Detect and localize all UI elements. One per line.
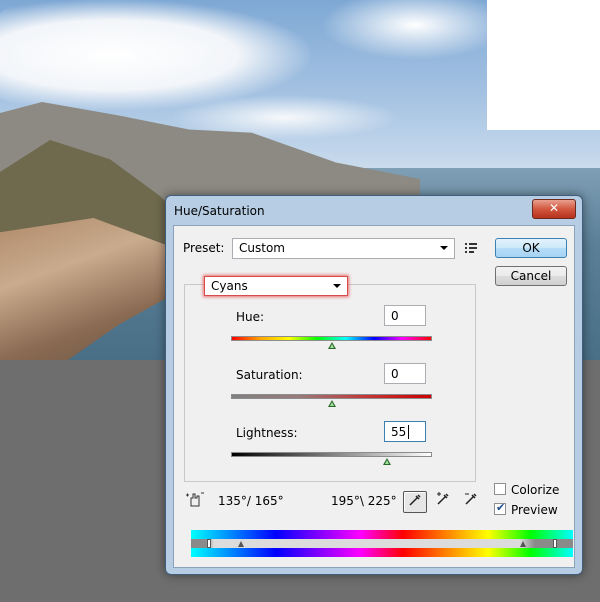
chevron-down-icon bbox=[333, 284, 341, 288]
cloud bbox=[320, 0, 510, 60]
preview-checkbox[interactable]: ✔ bbox=[494, 501, 506, 515]
channel-value: Cyans bbox=[211, 279, 248, 293]
range-left-readout: 135°/ 165° bbox=[218, 494, 284, 508]
hue-value: 0 bbox=[391, 309, 399, 323]
saturation-slider-thumb[interactable] bbox=[327, 400, 336, 407]
white-canvas-area bbox=[487, 0, 600, 130]
title-bar[interactable]: Hue/Saturation ✕ bbox=[166, 196, 582, 226]
range-falloff-left[interactable] bbox=[238, 541, 244, 547]
lightness-slider-thumb[interactable] bbox=[382, 458, 391, 465]
close-button[interactable]: ✕ bbox=[532, 199, 576, 219]
input-color-bar bbox=[191, 530, 573, 539]
dialog-body: Preset: Custom OK Cancel Cyans Hue: 0 Sa… bbox=[173, 225, 575, 568]
preset-dropdown[interactable]: Custom bbox=[232, 238, 455, 259]
hue-input[interactable]: 0 bbox=[384, 305, 426, 326]
range-falloff-right[interactable] bbox=[520, 541, 526, 547]
hue-label: Hue: bbox=[236, 310, 265, 324]
cloud bbox=[0, 0, 310, 110]
saturation-value: 0 bbox=[391, 367, 399, 381]
channel-dropdown[interactable]: Cyans bbox=[204, 276, 348, 296]
colorize-checkbox[interactable] bbox=[494, 483, 506, 495]
saturation-slider-track[interactable] bbox=[231, 394, 432, 399]
saturation-input[interactable]: 0 bbox=[384, 363, 426, 384]
preview-label: Preview bbox=[511, 503, 558, 517]
lightness-value: 55 bbox=[391, 425, 407, 439]
eyedropper-plus-icon[interactable] bbox=[431, 491, 455, 513]
eyedropper-minus-icon[interactable] bbox=[459, 491, 483, 513]
saturation-label: Saturation: bbox=[236, 368, 303, 382]
checkmark-icon: ✔ bbox=[496, 501, 506, 514]
hand-adjust-icon[interactable] bbox=[183, 490, 207, 512]
hue-saturation-dialog: Hue/Saturation ✕ Preset: Custom OK Cance… bbox=[165, 195, 583, 575]
lightness-slider-track[interactable] bbox=[231, 452, 432, 457]
hue-slider-thumb[interactable] bbox=[327, 342, 336, 349]
text-caret bbox=[408, 425, 409, 439]
chevron-down-icon bbox=[440, 246, 448, 250]
colorize-label: Colorize bbox=[511, 483, 560, 497]
hue-slider-track[interactable] bbox=[231, 336, 432, 341]
lightness-input[interactable]: 55 bbox=[384, 421, 426, 442]
eyedropper-icon[interactable] bbox=[403, 491, 427, 513]
output-color-bar bbox=[191, 548, 573, 557]
preset-label: Preset: bbox=[183, 241, 225, 255]
dialog-title: Hue/Saturation bbox=[174, 204, 265, 218]
range-marker-left[interactable] bbox=[207, 539, 211, 548]
preset-value: Custom bbox=[239, 241, 285, 255]
range-right-readout: 195°\ 225° bbox=[331, 494, 397, 508]
cancel-button[interactable]: Cancel bbox=[495, 266, 567, 286]
range-marker-right[interactable] bbox=[553, 539, 557, 548]
color-range-slider[interactable] bbox=[191, 539, 573, 548]
close-icon: ✕ bbox=[548, 201, 560, 215]
lightness-label: Lightness: bbox=[236, 426, 298, 440]
ok-button[interactable]: OK bbox=[495, 238, 567, 258]
preset-options-icon[interactable] bbox=[464, 240, 478, 254]
